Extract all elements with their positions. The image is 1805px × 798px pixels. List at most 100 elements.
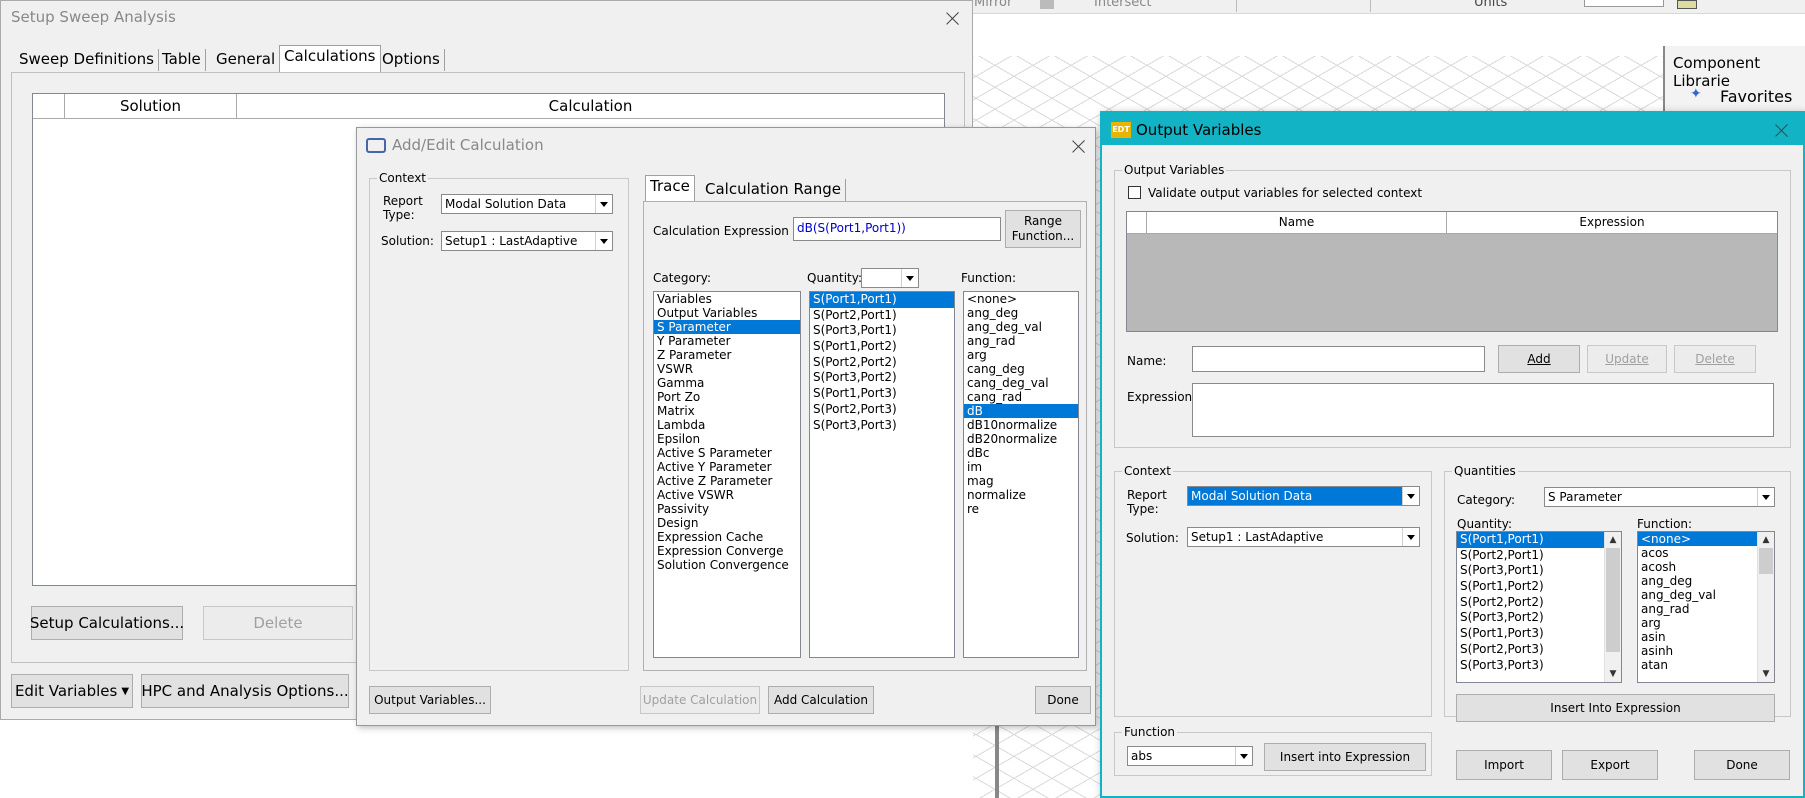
category-item[interactable]: Active Z Parameter xyxy=(654,474,800,488)
function-item[interactable]: atan xyxy=(1638,658,1774,672)
category-item[interactable]: Matrix xyxy=(654,404,800,418)
range-function-button[interactable]: Range Function... xyxy=(1005,210,1081,248)
category-select[interactable]: S Parameter xyxy=(1544,487,1775,507)
category-item[interactable]: Expression Cache xyxy=(654,530,800,544)
setup-calculations-button[interactable]: Setup Calculations... xyxy=(30,606,184,640)
category-item[interactable]: Lambda xyxy=(654,418,800,432)
category-item[interactable]: Active S Parameter xyxy=(654,446,800,460)
category-item[interactable]: Output Variables xyxy=(654,306,800,320)
quantity-item[interactable]: S(Port1,Port1) xyxy=(1457,532,1621,548)
function-item[interactable]: <none> xyxy=(1638,532,1774,546)
tab-calculation-range[interactable]: Calculation Range xyxy=(701,179,846,201)
export-button[interactable]: Export xyxy=(1562,750,1658,780)
update-calculation-button[interactable]: Update Calculation xyxy=(640,686,760,714)
quantity-item[interactable]: S(Port1,Port3) xyxy=(1457,626,1621,642)
function-item[interactable]: arg xyxy=(964,348,1078,362)
quantity-item[interactable]: S(Port2,Port2) xyxy=(1457,595,1621,611)
quantity-item[interactable]: S(Port3,Port2) xyxy=(810,370,954,386)
report-type-select[interactable]: Modal Solution Data xyxy=(1187,486,1420,506)
add-button[interactable]: Add xyxy=(1498,345,1580,373)
tab-trace[interactable]: Trace xyxy=(645,175,695,202)
function-item[interactable]: asin xyxy=(1638,630,1774,644)
scroll-down-icon[interactable]: ▼ xyxy=(1758,666,1774,682)
quantity-item[interactable]: S(Port1,Port1) xyxy=(810,292,954,308)
function-item[interactable]: ang_deg xyxy=(1638,574,1774,588)
function-item[interactable]: <none> xyxy=(964,292,1078,306)
quantity-item[interactable]: S(Port2,Port1) xyxy=(810,308,954,324)
category-item[interactable]: Passivity xyxy=(654,502,800,516)
tab-options[interactable]: Options xyxy=(378,49,445,71)
validate-checkbox[interactable] xyxy=(1128,186,1141,199)
function-item[interactable]: asinh xyxy=(1638,644,1774,658)
quantity-item[interactable]: S(Port2,Port3) xyxy=(1457,642,1621,658)
insert-into-expression-button[interactable]: Insert Into Expression xyxy=(1456,694,1775,722)
color-swatch-icon[interactable] xyxy=(1677,0,1697,9)
mirror-tool[interactable]: Mirror xyxy=(974,0,1012,10)
close-icon[interactable] xyxy=(1774,122,1790,138)
quantity-scrollbar[interactable]: ▲ ▼ xyxy=(1604,532,1621,682)
function-item[interactable]: ang_rad xyxy=(1638,602,1774,616)
scroll-thumb[interactable] xyxy=(1606,548,1620,652)
delete-button[interactable]: Delete xyxy=(203,606,353,640)
column-header-name[interactable]: Name xyxy=(1147,212,1447,234)
quantity-item[interactable]: S(Port3,Port2) xyxy=(1457,610,1621,626)
units-select[interactable] xyxy=(1584,0,1664,7)
update-button[interactable]: Update xyxy=(1587,345,1667,373)
function-item[interactable]: cang_deg_val xyxy=(964,376,1078,390)
tab-calculations[interactable]: Calculations xyxy=(279,45,381,72)
category-item[interactable]: Epsilon xyxy=(654,432,800,446)
function-item[interactable]: dB xyxy=(964,404,1078,418)
favorites-item[interactable]: Favorites xyxy=(1720,87,1792,106)
edit-variables-button[interactable]: Edit Variables ▼ xyxy=(11,674,133,708)
function-item[interactable]: normalize xyxy=(964,488,1078,502)
function-item[interactable]: dBc xyxy=(964,446,1078,460)
report-type-select[interactable]: Modal Solution Data xyxy=(441,194,613,214)
import-button[interactable]: Import xyxy=(1456,750,1552,780)
function-item[interactable]: ang_deg_val xyxy=(964,320,1078,334)
category-item[interactable]: Solution Convergence xyxy=(654,558,800,572)
quantity-item[interactable]: S(Port3,Port3) xyxy=(810,418,954,434)
function-item[interactable]: ang_deg_val xyxy=(1638,588,1774,602)
output-vars-table[interactable]: Name Expression xyxy=(1126,211,1778,332)
ov-function-list[interactable]: <none> acos acosh ang_deg ang_deg_val ang_rad… xyxy=(1637,531,1775,683)
category-item[interactable]: S Parameter xyxy=(654,320,800,334)
column-header-calculation[interactable]: Calculation xyxy=(237,94,944,119)
function-item[interactable]: acos xyxy=(1638,546,1774,560)
category-item[interactable]: VSWR xyxy=(654,362,800,376)
function-scrollbar[interactable]: ▲ ▼ xyxy=(1757,532,1774,682)
category-item[interactable]: Active VSWR xyxy=(654,488,800,502)
quantity-list[interactable]: S(Port1,Port1) S(Port2,Port1) S(Port3,Port… xyxy=(809,291,955,658)
scroll-down-icon[interactable]: ▼ xyxy=(1605,666,1621,682)
quantity-filter-select[interactable] xyxy=(861,268,919,288)
column-header-solution[interactable]: Solution xyxy=(65,94,237,119)
quantity-item[interactable]: S(Port1,Port3) xyxy=(810,386,954,402)
scroll-thumb[interactable] xyxy=(1759,548,1773,574)
function-item[interactable]: mag xyxy=(964,474,1078,488)
tab-general[interactable]: General xyxy=(212,49,281,71)
function-item[interactable]: cang_rad xyxy=(964,390,1078,404)
intersect-tool[interactable]: Intersect xyxy=(1094,0,1152,10)
close-icon[interactable] xyxy=(945,10,961,26)
function-item[interactable]: im xyxy=(964,460,1078,474)
close-icon[interactable] xyxy=(1071,138,1087,154)
solution-select[interactable]: Setup1 : LastAdaptive xyxy=(1187,527,1420,547)
done-button[interactable]: Done xyxy=(1035,686,1091,714)
solution-select[interactable]: Setup1 : LastAdaptive xyxy=(441,231,613,251)
category-list[interactable]: Variables Output Variables S Parameter Y Pa… xyxy=(653,291,801,658)
category-item[interactable]: Design xyxy=(654,516,800,530)
function-item[interactable]: ang_deg xyxy=(964,306,1078,320)
ov-quantity-list[interactable]: S(Port1,Port1) S(Port2,Port1) S(Port3,Port… xyxy=(1456,531,1622,683)
category-item[interactable]: Z Parameter xyxy=(654,348,800,362)
function-item[interactable]: ang_rad xyxy=(964,334,1078,348)
quantity-item[interactable]: S(Port1,Port2) xyxy=(810,339,954,355)
quantity-item[interactable]: S(Port1,Port2) xyxy=(1457,579,1621,595)
done-button[interactable]: Done xyxy=(1694,750,1790,780)
category-item[interactable]: Port Zo xyxy=(654,390,800,404)
scroll-up-icon[interactable]: ▲ xyxy=(1605,532,1621,548)
function-item[interactable]: acosh xyxy=(1638,560,1774,574)
quantity-item[interactable]: S(Port3,Port1) xyxy=(810,323,954,339)
add-calculation-button[interactable]: Add Calculation xyxy=(768,686,874,714)
category-item[interactable]: Variables xyxy=(654,292,800,306)
name-input[interactable] xyxy=(1192,346,1485,372)
category-item[interactable]: Active Y Parameter xyxy=(654,460,800,474)
